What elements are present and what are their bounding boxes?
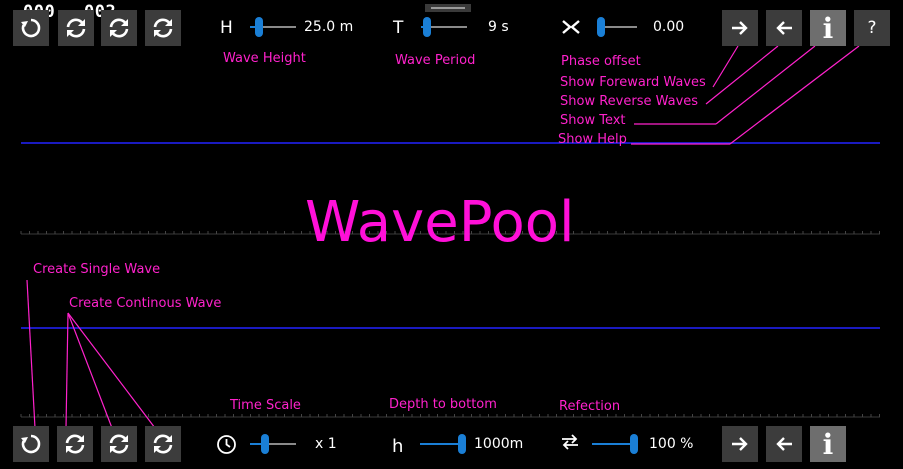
wave-height-value: 25.0 m [304,19,354,35]
reverse-waves-button[interactable] [766,426,802,462]
refresh-icon [153,434,173,454]
create-continuous-wave-button-2[interactable] [101,10,137,46]
annotation-wave-period: Wave Period [395,53,476,68]
annotation-phase-offset: Phase offset [561,54,641,69]
depth-label: h [392,436,404,457]
phase-offset-value: 0.00 [653,19,685,35]
reflection-slider[interactable] [592,434,638,454]
rotate-icon [21,18,41,38]
annotation-show-text: Show Text [560,113,626,128]
show-help-button[interactable]: ? [854,10,890,46]
reflection-value: 100 % [649,436,694,452]
phase-offset-slider[interactable] [597,17,637,37]
annotation-create-single: Create Single Wave [33,262,161,277]
clock-icon [217,435,236,454]
time-scale-slider[interactable] [250,434,296,454]
time-scale-value: x 1 [315,436,337,452]
phase-offset-icon [562,20,580,34]
create-continuous-wave-button-bottom-1[interactable] [57,426,93,462]
wave-period-value: 9 s [488,19,509,35]
arrow-left-icon [776,437,792,451]
refresh-icon [66,18,86,38]
show-reverse-waves-button[interactable] [766,10,802,46]
info-icon: i [822,427,834,461]
forward-waves-button[interactable] [722,426,758,462]
show-text-button[interactable]: i [810,10,846,46]
annotation-show-forward: Show Foreward Waves [560,75,706,90]
annotation-depth: Depth to bottom [389,397,497,412]
info-icon: i [822,11,834,45]
app-title: WavePool [305,190,575,255]
annotation-wave-height: Wave Height [223,51,306,66]
refresh-icon [153,18,173,38]
refresh-icon [65,434,85,454]
pool-floor-ticks-bottom [20,414,880,418]
depth-value: 1000m [474,436,524,452]
arrow-right-icon [732,437,748,451]
reflection-icon [562,434,578,450]
wave-height-label: H [220,18,233,38]
annotation-time-scale: Time Scale [230,398,301,413]
show-forward-waves-button[interactable] [722,10,758,46]
annotation-show-help: Show Help [558,132,627,147]
wave-height-slider[interactable] [250,17,296,37]
arrow-left-icon [776,21,792,35]
create-single-wave-button-bottom[interactable] [13,426,49,462]
annotation-create-continuous: Create Continous Wave [69,296,222,311]
refresh-icon [109,434,129,454]
window-gripper[interactable] [425,4,471,12]
refresh-icon [109,18,129,38]
rotate-icon [21,434,41,454]
text-button[interactable]: i [810,426,846,462]
wave-period-label: T [393,18,404,38]
annotation-reflection: Refection [559,399,621,414]
wave-period-slider[interactable] [421,17,467,37]
arrow-right-icon [732,21,748,35]
question-icon: ? [867,18,877,38]
create-continuous-wave-button-3[interactable] [145,10,181,46]
create-continuous-wave-button-bottom-3[interactable] [145,426,181,462]
create-single-wave-button[interactable] [13,10,49,46]
depth-slider[interactable] [420,434,466,454]
create-continuous-wave-button-1[interactable] [58,10,94,46]
annotation-show-reverse: Show Reverse Waves [560,94,699,109]
create-continuous-wave-button-bottom-2[interactable] [101,426,137,462]
